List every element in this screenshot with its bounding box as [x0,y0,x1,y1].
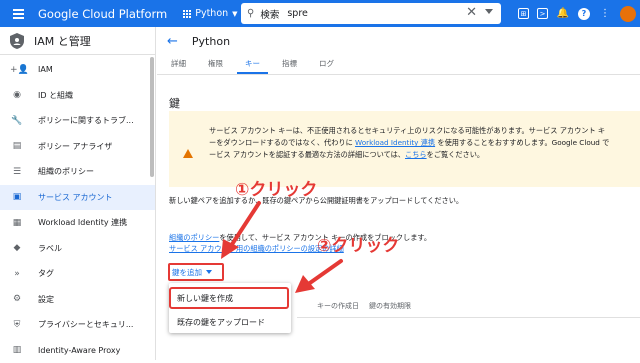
project-dots-icon [183,10,191,18]
annotation-highlight-create-key [169,287,289,309]
workload-identity-link[interactable]: Workload Identity 連携 [355,138,435,147]
menu-item-upload-existing-key[interactable]: 既存の鍵をアップロード [169,310,291,334]
proxy-icon: ▥ [10,345,24,355]
sidebar-item-tags[interactable]: » タグ [0,261,155,287]
search-icon: ⚲ [247,8,254,19]
page-header: ← Python [157,27,640,55]
sidebar-item-label: タグ [38,268,148,279]
person-add-icon: +👤 [10,65,24,75]
search-input[interactable]: ⚲ 検索 spre ✕ [241,3,501,24]
warning-text-part: を使用することをおすすめします。Google Cloud で [435,138,609,147]
search-dropdown-icon[interactable] [485,9,493,14]
sidebar: IAM と管理 +👤 IAM ◉ ID と組織 🔧 ポリシーに関するトラブ... ▤ ポ… [0,27,156,360]
annotation-arrow-2 [291,255,347,295]
warning-line-1: サービス アカウント キーは、不正使用されるとセキュリティ上のリスクになる可能性… [209,125,640,137]
more-icon[interactable]: ⋮ [598,7,612,21]
sidebar-title: IAM と管理 [34,33,91,49]
sidebar-item-iam[interactable]: +👤 IAM [0,57,155,83]
sidebar-item-iap[interactable]: ▥ Identity-Aware Proxy [0,338,155,363]
sidebar-item-identity[interactable]: ◉ ID と組織 [0,83,155,109]
annotation-arrow-1 [217,199,267,261]
wrench-icon: 🔧 [10,116,24,126]
annotation-step-1: ①クリック [235,175,317,200]
annotation-highlight-add-key [168,263,224,281]
sidebar-item-label: 組織のポリシー [38,166,148,177]
page-title: Python [192,35,230,48]
menu-icon[interactable] [6,0,30,27]
warning-icon [183,149,193,158]
table-divider [297,317,640,318]
warning-line-2: ーをダウンロードするのではなく、代わりに Workload Identity 連… [209,137,640,149]
gear-icon: ⚙ [10,294,24,304]
shield-icon: ⛨ [10,320,24,330]
chevron-down-icon: ▼ [232,10,237,18]
sidebar-item-labels[interactable]: ◆ ラベル [0,236,155,262]
sidebar-item-workload-identity[interactable]: ▦ Workload Identity 連携 [0,210,155,236]
avatar[interactable] [620,6,636,22]
shield-icon [10,33,24,49]
sidebar-item-label: 設定 [38,294,148,305]
back-arrow-icon[interactable]: ← [167,34,178,49]
warning-text-part: をご覧ください。 [427,150,485,159]
top-app-bar: Google Cloud Platform Python ▼ ⚲ 検索 spre… [0,0,640,27]
tab-keys[interactable]: キー [237,58,268,74]
sidebar-item-label: ラベル [38,243,148,254]
sidebar-scrollbar[interactable] [150,57,154,177]
tag-icon: » [10,269,24,279]
tab-details[interactable]: 詳細 [163,58,194,74]
label-icon: ◆ [10,243,24,253]
sidebar-item-label: Identity-Aware Proxy [38,346,148,355]
help-icon[interactable]: ? [578,8,590,20]
learn-more-link[interactable]: こちら [405,150,427,159]
service-account-icon: ▣ [10,192,24,202]
sidebar-item-settings[interactable]: ⚙ 設定 [0,287,155,313]
column-header-created: キーの作成日 [317,301,359,311]
sidebar-item-privacy[interactable]: ⛨ プライバシーとセキュリ... [0,312,155,338]
tab-logs[interactable]: ログ [311,58,342,74]
sidebar-item-label: ポリシー アナライザ [38,141,148,152]
tab-permissions[interactable]: 権限 [200,58,231,74]
sidebar-item-org-policy[interactable]: ☰ 組織のポリシー [0,159,155,185]
sidebar-item-label: Workload Identity 連携 [38,217,148,228]
search-value: spre [287,8,308,19]
apps-icon[interactable]: ⊞ [518,8,529,19]
section-heading: 鍵 [169,95,180,111]
sidebar-item-troubleshooter[interactable]: 🔧 ポリシーに関するトラブ... [0,108,155,134]
sidebar-item-service-accounts[interactable]: ▣ サービス アカウント [0,185,155,211]
warning-text-part: ービス アカウントを認証する最適な方法の詳細については、 [209,150,405,159]
list-icon: ☰ [10,167,24,177]
tab-bar: 詳細 権限 キー 指標 ログ [157,55,640,75]
clear-search-icon[interactable]: ✕ [466,5,477,20]
main-content: ← Python 詳細 権限 キー 指標 ログ 鍵 サービス アカウント キーは… [157,27,640,360]
top-bar-icons: ⊞ > 🔔 ? ⋮ [518,0,636,27]
sidebar-list: +👤 IAM ◉ ID と組織 🔧 ポリシーに関するトラブ... ▤ ポリシー アナライ… [0,57,155,363]
document-search-icon: ▤ [10,141,24,151]
tab-metrics[interactable]: 指標 [274,58,305,74]
warning-text: サービス アカウント キーは、不正使用されるとセキュリティ上のリスクになる可能性… [209,125,640,161]
search-label: 検索 [260,7,279,21]
sidebar-item-label: ポリシーに関するトラブ... [38,115,148,126]
project-selector[interactable]: Python ▼ [179,5,241,23]
annotation-step-2: ②クリック [317,231,399,256]
sidebar-item-label: サービス アカウント [38,192,148,203]
sidebar-item-analyzer[interactable]: ▤ ポリシー アナライザ [0,134,155,160]
org-policy-link[interactable]: 組織のポリシー [169,233,219,242]
column-header-expiry: 鍵の有効期限 [369,301,411,311]
brand-title[interactable]: Google Cloud Platform [38,7,167,21]
notifications-icon[interactable]: 🔔 [556,7,570,21]
account-icon: ◉ [10,90,24,100]
sidebar-header: IAM と管理 [0,27,155,55]
sidebar-item-label: ID と組織 [38,90,148,101]
sidebar-item-label: IAM [38,65,148,74]
cloud-shell-icon[interactable]: > [537,8,548,19]
sidebar-item-label: プライバシーとセキュリ... [38,319,148,330]
project-name: Python [195,8,228,19]
warning-text-part: ーをダウンロードするのではなく、代わりに [209,138,355,147]
workload-icon: ▦ [10,218,24,228]
warning-line-3: ービス アカウントを認証する最適な方法の詳細については、こちらをご覧ください。 [209,149,640,161]
